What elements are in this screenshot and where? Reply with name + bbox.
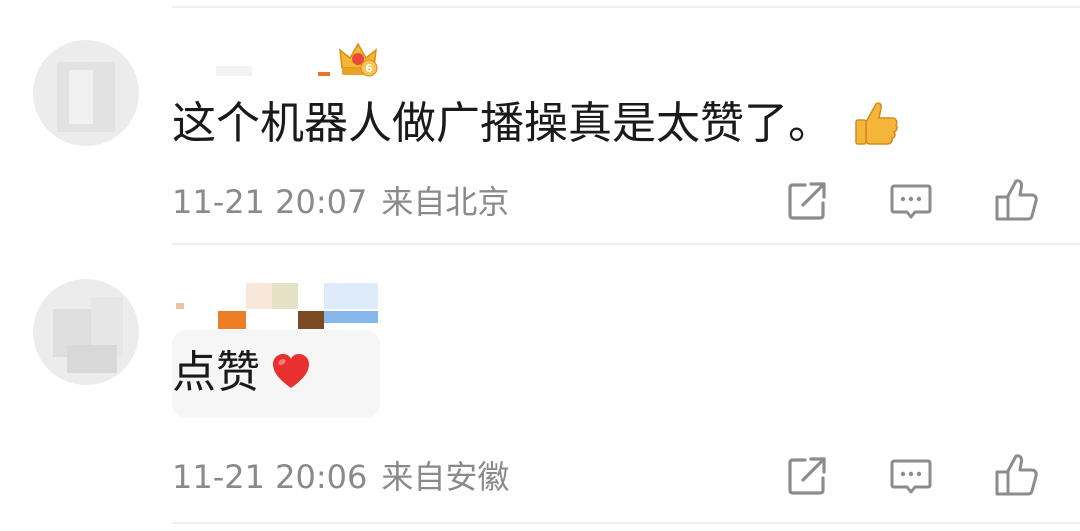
red-heart-icon <box>273 354 309 388</box>
divider-middle <box>172 243 1080 245</box>
thumbs-up-icon <box>855 102 898 145</box>
badge-level: 6 <box>365 62 373 75</box>
username-blurred[interactable]: 6 <box>172 38 392 84</box>
username-blurred[interactable] <box>172 283 392 329</box>
comment-meta: 11-21 20:07 来自北京 <box>172 182 509 222</box>
comment-body: 这个机器人做广播操真是太赞了。 <box>172 98 832 149</box>
like-icon <box>995 454 1038 496</box>
comment-text: 这个机器人做广播操真是太赞了。 <box>172 96 902 152</box>
avatar[interactable] <box>33 279 139 385</box>
comment-reply-button[interactable] <box>887 452 935 500</box>
comment-reply-button[interactable] <box>887 177 935 225</box>
share-button[interactable] <box>783 177 831 225</box>
like-button[interactable] <box>992 176 1040 224</box>
comment-text: 点赞 <box>172 345 312 401</box>
like-button[interactable] <box>992 451 1040 499</box>
comment-icon <box>890 184 932 219</box>
like-icon <box>995 179 1038 221</box>
comment-meta: 11-21 20:06 来自安徽 <box>172 457 509 497</box>
share-icon <box>788 182 826 220</box>
comment-time: 11-21 20:07 <box>172 183 368 221</box>
comment-body: 点赞 <box>172 347 260 398</box>
comment-time: 11-21 20:06 <box>172 458 368 496</box>
comment-location: 来自北京 <box>381 183 510 221</box>
comment-location: 来自安徽 <box>381 458 510 496</box>
avatar[interactable] <box>33 40 139 146</box>
crown-level-badge-icon: 6 <box>339 42 378 77</box>
share-icon <box>788 457 826 495</box>
divider-bottom <box>172 522 1080 524</box>
share-button[interactable] <box>783 452 831 500</box>
divider-top <box>172 6 1080 8</box>
comment-icon <box>890 459 932 494</box>
